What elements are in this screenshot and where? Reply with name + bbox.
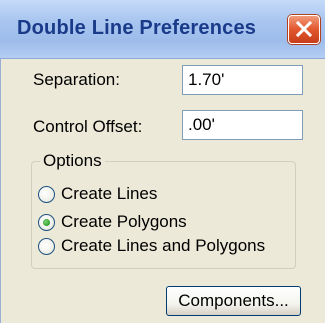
radio-label: Create Lines bbox=[61, 184, 158, 203]
close-button[interactable] bbox=[288, 15, 320, 44]
radio-selected-dot bbox=[43, 219, 50, 226]
separation-field[interactable]: 1.70' bbox=[182, 65, 303, 95]
close-icon bbox=[295, 21, 313, 38]
separation-label: Separation: bbox=[33, 70, 120, 89]
title-bar[interactable]: Double Line Preferences bbox=[0, 0, 325, 59]
options-legend: Options bbox=[40, 151, 105, 171]
radio-button[interactable] bbox=[38, 186, 55, 203]
radio-label: Create Lines and Polygons bbox=[61, 236, 266, 255]
radio-button[interactable] bbox=[38, 238, 55, 255]
radio-button[interactable] bbox=[38, 214, 55, 231]
components-button[interactable]: Components... bbox=[166, 286, 301, 316]
radio-label: Create Polygons bbox=[61, 212, 187, 231]
dialog-window: Double Line Preferences Separation: 1.70… bbox=[0, 0, 325, 323]
control-offset-label: Control Offset: bbox=[33, 117, 143, 136]
control-offset-field[interactable]: .00' bbox=[182, 110, 303, 140]
window-title: Double Line Preferences bbox=[17, 17, 257, 39]
